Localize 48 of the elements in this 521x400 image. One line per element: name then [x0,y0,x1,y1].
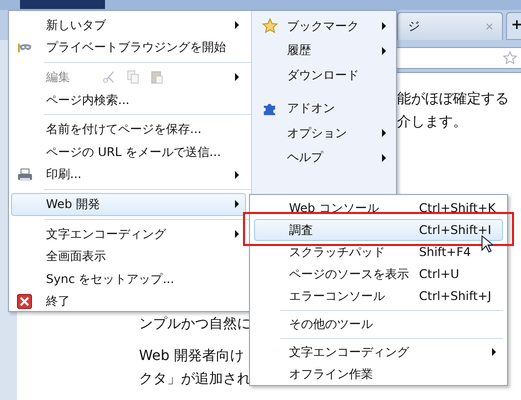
submenu-arrow-icon [235,21,239,30]
menu-item[interactable]: ダウンロード [252,63,386,88]
cursor-icon [481,235,493,253]
menu-item[interactable]: ヘルプ [252,146,386,170]
menu-item[interactable]: オプション [252,121,386,146]
menu-item[interactable]: 調査 Ctrl+Shift+I [254,219,503,241]
app-menu-button[interactable] [20,0,105,9]
browser-tab[interactable]: ジ × [397,12,503,40]
menu-item[interactable]: エラーコンソール Ctrl+Shift+J [254,285,503,307]
mask-icon [17,40,33,55]
page-text: クタ」が追加され [139,370,251,389]
submenu-arrow-icon [235,200,239,208]
submenu-arrow-icon [382,154,386,162]
menu-item[interactable]: ページのソースを表示 Ctrl+U [254,263,503,285]
submenu-arrow-icon [492,348,496,356]
bookmark-star-icon[interactable] [503,51,517,65]
menu-item[interactable]: 履歴 [252,38,386,63]
menu-item[interactable]: オフライン作業 [254,363,503,385]
menu-item[interactable]: ページの URL をメールで送信... [11,140,246,164]
menu-item[interactable]: 名前を付けてページを保存... [11,118,246,141]
submenu-arrow-icon [235,230,239,238]
menu-item[interactable]: 終了 [11,290,246,314]
page-text: Web 開発者向け [139,347,245,366]
page-text: 介します。 [397,113,468,132]
page-text: 能がほぼ確定する [397,90,509,109]
menu-item[interactable]: 印刷... [11,164,246,186]
new-tab-button[interactable]: + [506,12,521,40]
menu-item[interactable]: Sync をセットアップ... [11,268,246,291]
menu-item[interactable]: ページ内検索... [11,88,246,112]
submenu-arrow-icon [382,46,386,55]
printer-icon [17,166,33,183]
menu-item[interactable]: その他のツール [254,313,503,335]
exit-icon [17,294,32,310]
menu-item[interactable]: 全画面表示 [11,245,246,268]
menu-item[interactable]: Web 開発 [11,193,246,216]
menu-item[interactable]: ブックマーク [252,14,386,38]
menu-item[interactable]: 文字エンコーディング [11,222,246,246]
puzzle-icon [262,101,277,116]
menu-item[interactable]: 新しいタブ [11,14,246,37]
submenu-arrow-icon [235,170,239,179]
submenu-arrow-icon [382,22,386,30]
submenu-arrow-icon [235,73,239,82]
submenu-arrow-icon [382,129,386,138]
menu-item[interactable]: プライベートブラウジングを開始 [11,36,246,60]
star-icon [262,18,278,34]
page-text: ンプルかつ自然に [139,315,251,334]
menu-item[interactable]: アドオン [252,96,386,121]
menu-item[interactable]: 文字エンコーディング [254,341,503,363]
